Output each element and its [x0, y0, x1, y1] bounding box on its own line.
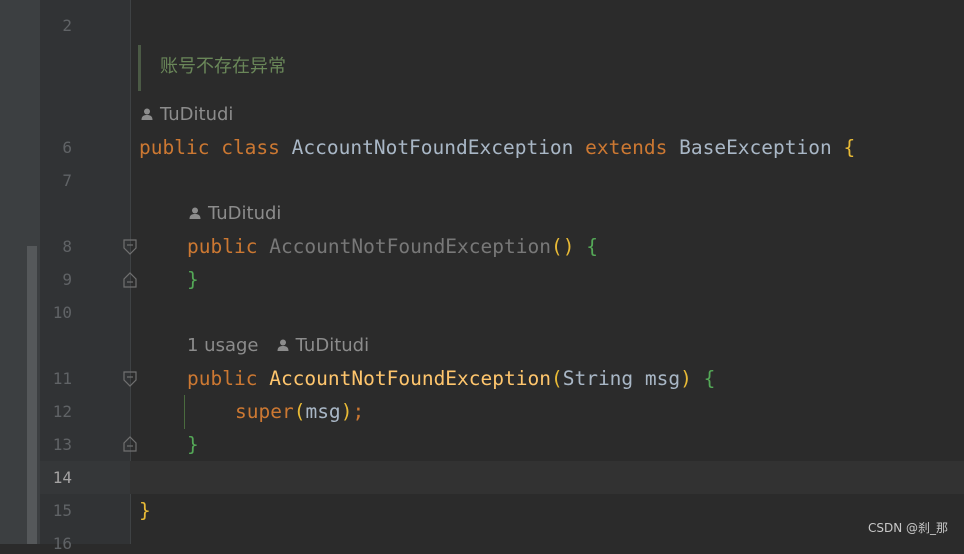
code-line-class-declaration[interactable]: public class AccountNotFoundException ex… [139, 136, 855, 160]
code-line-msg-constructor[interactable]: public AccountNotFoundException(String m… [187, 367, 715, 391]
keyword-extends: extends [585, 136, 668, 159]
line-number[interactable]: 8 [40, 237, 72, 257]
fold-end-icon[interactable] [123, 436, 137, 452]
paren-close: ) [340, 400, 353, 423]
fold-end-icon[interactable] [123, 272, 137, 288]
brace-close: } [139, 499, 151, 522]
paren-close: ) [680, 367, 692, 390]
arg-msg: msg [305, 400, 341, 423]
author-name: TuDitudi [160, 104, 234, 125]
code-line-super-call[interactable]: super(msg); [235, 400, 364, 424]
indent-guide [184, 395, 185, 429]
usage-hint[interactable]: 1 usage TuDitudi [187, 335, 369, 357]
param-type: String [562, 367, 634, 390]
paren-pair: () [550, 235, 575, 258]
code-line-default-constructor[interactable]: public AccountNotFoundException() { [187, 235, 598, 259]
semicolon: ; [352, 400, 365, 423]
keyword-public: public [187, 367, 258, 390]
user-icon [277, 339, 289, 351]
doc-comment: 账号不存在异常 [160, 56, 286, 77]
fold-collapse-icon[interactable] [123, 371, 137, 387]
user-icon [141, 108, 153, 120]
keyword-public: public [187, 235, 258, 258]
line-number[interactable]: 7 [40, 171, 72, 191]
line-number[interactable]: 13 [40, 435, 72, 455]
author-hint[interactable]: TuDitudi [188, 203, 281, 225]
usage-count[interactable]: 1 usage [187, 335, 259, 356]
brace-close: } [187, 433, 199, 456]
constructor-name: AccountNotFoundException [269, 367, 551, 390]
base-class-name: BaseException [679, 136, 832, 159]
doc-comment-bar [138, 45, 141, 91]
user-icon [189, 207, 201, 219]
keyword-public: public [139, 136, 210, 159]
paren-open: ( [550, 367, 563, 390]
line-number[interactable]: 12 [40, 402, 72, 422]
fold-collapse-icon[interactable] [123, 239, 137, 255]
constructor-name-unused: AccountNotFoundException [269, 235, 551, 258]
author-name: TuDitudi [295, 335, 370, 356]
brace-open: { [703, 367, 716, 390]
param-name: msg [644, 367, 681, 390]
author-name: TuDitudi [208, 203, 282, 224]
line-number[interactable]: 9 [40, 270, 72, 290]
current-line-highlight [40, 461, 964, 494]
code-line-class-close[interactable]: } [139, 499, 151, 523]
paren-open: ( [293, 400, 306, 423]
code-line-close-brace[interactable]: } [187, 433, 199, 457]
watermark: CSDN @刹_那 [867, 521, 948, 535]
line-number[interactable]: 6 [40, 138, 72, 158]
keyword-super: super [235, 400, 294, 423]
line-number[interactable]: 10 [40, 303, 72, 323]
line-number[interactable]: 11 [40, 369, 72, 389]
keyword-class: class [221, 136, 280, 159]
author-hint[interactable]: TuDitudi [140, 104, 233, 126]
brace-open: { [843, 136, 856, 159]
brace-open: { [586, 235, 598, 258]
line-number[interactable]: 2 [40, 16, 72, 36]
code-line-close-brace[interactable]: } [187, 268, 199, 292]
line-number[interactable]: 15 [40, 501, 72, 521]
line-number-current[interactable]: 14 [40, 468, 72, 488]
brace-close: } [187, 268, 199, 291]
class-name: AccountNotFoundException [291, 136, 574, 159]
change-marker [27, 246, 37, 544]
line-number[interactable]: 16 [40, 534, 72, 554]
